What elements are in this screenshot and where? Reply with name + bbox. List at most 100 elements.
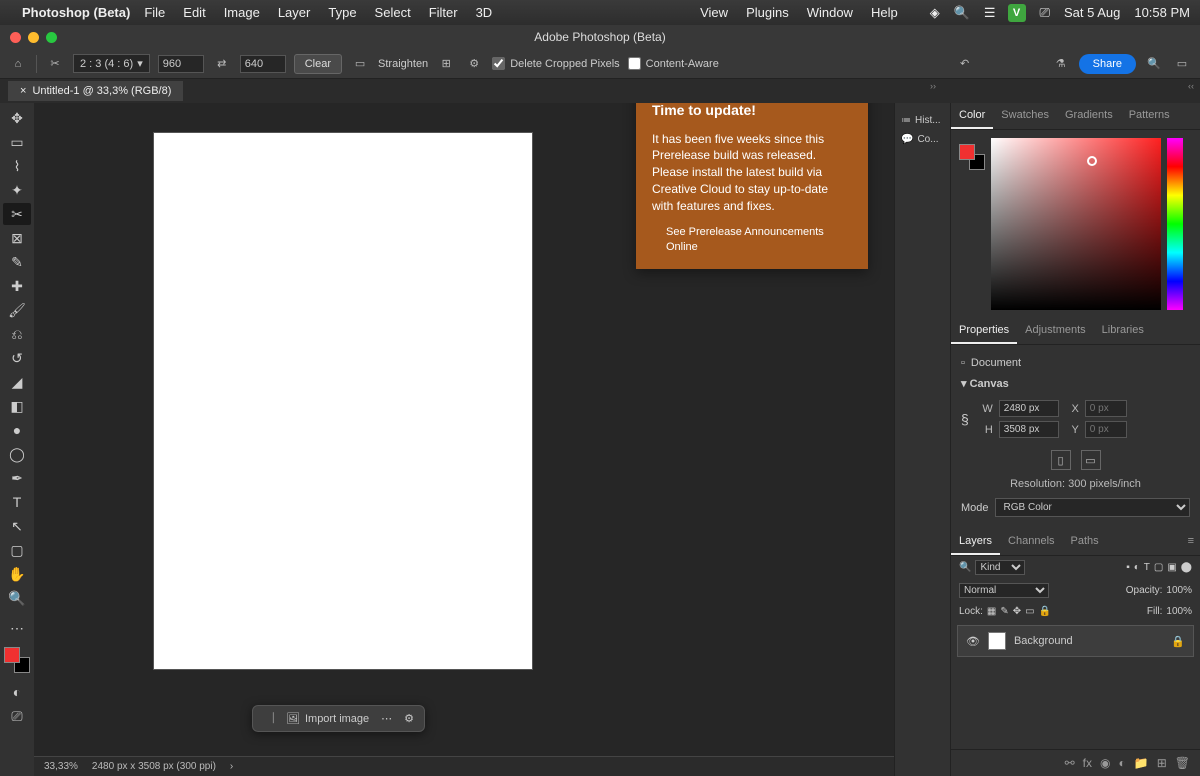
eyedropper-tool-icon[interactable]: ✎ xyxy=(3,251,31,273)
edit-toolbar-icon[interactable]: ⋯ xyxy=(3,617,31,639)
menu-window[interactable]: Window xyxy=(807,5,853,20)
menu-edit[interactable]: Edit xyxy=(183,5,205,20)
menu-3d[interactable]: 3D xyxy=(476,5,493,20)
group-icon[interactable]: 📁 xyxy=(1134,756,1149,770)
delete-cropped-checkbox[interactable]: Delete Cropped Pixels xyxy=(492,57,619,70)
wand-tool-icon[interactable]: ✦ xyxy=(3,179,31,201)
menu-select[interactable]: Select xyxy=(375,5,411,20)
panel-collapse-left-icon[interactable]: ›› xyxy=(930,81,936,91)
import-image-button[interactable]: 🖼 Import image xyxy=(286,712,369,725)
beaker-icon[interactable]: ⚗ xyxy=(1051,54,1071,74)
marquee-tool-icon[interactable]: ▭ xyxy=(3,131,31,153)
menu-view[interactable]: View xyxy=(700,5,728,20)
orientation-portrait-icon[interactable]: ▯ xyxy=(1051,450,1071,470)
control-center-icon[interactable]: ☰ xyxy=(984,5,996,21)
workspace-icon[interactable]: ▭ xyxy=(1172,54,1192,74)
panel-collapse-right-icon[interactable]: ‹‹ xyxy=(1188,81,1194,91)
gear-icon[interactable]: ⚙ xyxy=(464,54,484,74)
crop-width-input[interactable] xyxy=(158,55,204,73)
canvas-x-input[interactable] xyxy=(1085,400,1127,417)
hue-slider[interactable] xyxy=(1167,138,1183,310)
crop-height-input[interactable] xyxy=(240,55,286,73)
undo-icon[interactable]: ↶ xyxy=(955,54,975,74)
search-icon[interactable]: 🔍 xyxy=(954,5,970,21)
filter-adjust-icon[interactable]: ◐ xyxy=(1134,562,1140,573)
v-badge-icon[interactable]: V xyxy=(1008,4,1026,22)
lock-artboard-icon[interactable]: ▭ xyxy=(1025,606,1034,617)
layer-background[interactable]: 👁 Background 🔒 xyxy=(957,625,1194,657)
zoom-icon[interactable] xyxy=(46,32,57,43)
menubar-date[interactable]: Sat 5 Aug xyxy=(1064,5,1120,20)
mask-icon[interactable]: ◉ xyxy=(1100,756,1110,770)
status-zoom[interactable]: 33,33% xyxy=(44,761,78,772)
filter-smart-icon[interactable]: ▣ xyxy=(1167,562,1176,573)
heal-tool-icon[interactable]: ✚ xyxy=(3,275,31,297)
link-icon[interactable]: § xyxy=(961,411,969,427)
history-brush-tool-icon[interactable]: ↺ xyxy=(3,347,31,369)
fill-value[interactable]: 100% xyxy=(1166,606,1192,617)
chevron-down-icon[interactable]: ▾ xyxy=(961,378,967,390)
eraser-tool-icon[interactable]: ◢ xyxy=(3,371,31,393)
straighten-label[interactable]: Straighten xyxy=(378,58,428,70)
dock-icon[interactable]: ⎚ xyxy=(1040,5,1050,21)
layer-thumbnail[interactable] xyxy=(988,632,1006,650)
panel-swatch-pair[interactable] xyxy=(959,144,985,170)
menu-help[interactable]: Help xyxy=(871,5,898,20)
canvas-y-input[interactable] xyxy=(1085,421,1127,438)
clear-button[interactable]: Clear xyxy=(294,54,342,74)
adjustment-icon[interactable]: ◐ xyxy=(1119,756,1126,770)
filter-type-icon[interactable]: T xyxy=(1144,562,1150,573)
tab-properties[interactable]: Properties xyxy=(951,318,1017,344)
menu-filter[interactable]: Filter xyxy=(429,5,458,20)
stamp-tool-icon[interactable]: ⎌ xyxy=(3,323,31,345)
dodge-tool-icon[interactable]: ◯ xyxy=(3,443,31,465)
orientation-landscape-icon[interactable]: ▭ xyxy=(1081,450,1101,470)
home-icon[interactable]: ⌂ xyxy=(8,54,28,74)
history-panel-collapsed[interactable]: ≔Hist... xyxy=(895,111,950,130)
panel-menu-icon[interactable]: ≡ xyxy=(1182,529,1200,555)
crop-tool-icon[interactable]: ✂ xyxy=(45,54,65,74)
lock-all-icon[interactable]: 🔒 xyxy=(1039,606,1051,617)
blur-tool-icon[interactable]: ● xyxy=(3,419,31,441)
type-tool-icon[interactable]: T xyxy=(3,491,31,513)
minimize-icon[interactable] xyxy=(28,32,39,43)
filter-search-icon[interactable]: 🔍 xyxy=(959,562,971,573)
artboard[interactable] xyxy=(154,133,532,669)
more-icon[interactable]: ⋯ xyxy=(381,712,392,725)
close-icon[interactable] xyxy=(10,32,21,43)
brush-tool-icon[interactable]: 🖌 xyxy=(3,299,31,321)
menubar-time[interactable]: 10:58 PM xyxy=(1134,5,1190,20)
lock-icon[interactable]: 🔒 xyxy=(1171,635,1185,648)
tab-channels[interactable]: Channels xyxy=(1000,529,1062,555)
notice-link[interactable]: See Prerelease Announcements Online xyxy=(652,225,852,256)
search-app-icon[interactable]: 🔍 xyxy=(1144,54,1164,74)
ratio-select[interactable]: 2 : 3 (4 : 6) ▾ xyxy=(73,54,150,73)
filter-pixel-icon[interactable]: ▪ xyxy=(1126,562,1130,573)
frame-tool-icon[interactable]: ⊠ xyxy=(3,227,31,249)
tab-paths[interactable]: Paths xyxy=(1063,529,1107,555)
screenmode-icon[interactable]: ⎚ xyxy=(3,705,31,727)
tab-patterns[interactable]: Patterns xyxy=(1121,103,1178,129)
gradient-tool-icon[interactable]: ◧ xyxy=(3,395,31,417)
menu-layer[interactable]: Layer xyxy=(278,5,311,20)
grid-icon[interactable]: ⊞ xyxy=(436,54,456,74)
lasso-tool-icon[interactable]: ⌇ xyxy=(3,155,31,177)
comments-panel-collapsed[interactable]: 💬Co... xyxy=(895,130,950,149)
shape-tool-icon[interactable]: ▢ xyxy=(3,539,31,561)
swap-icon[interactable]: ⇄ xyxy=(212,54,232,74)
straighten-icon[interactable]: ▭ xyxy=(350,54,370,74)
menu-image[interactable]: Image xyxy=(224,5,260,20)
zoom-tool-icon[interactable]: 🔍 xyxy=(3,587,31,609)
pen-tool-icon[interactable]: ✒ xyxy=(3,467,31,489)
mode-select[interactable]: RGB Color xyxy=(995,498,1190,517)
lock-transparency-icon[interactable]: ▦ xyxy=(987,606,996,617)
telegram-icon[interactable]: ◈ xyxy=(930,5,940,21)
tab-libraries[interactable]: Libraries xyxy=(1094,318,1152,344)
trash-icon[interactable]: 🗑 xyxy=(1175,756,1190,770)
tab-color[interactable]: Color xyxy=(951,103,993,129)
status-dims[interactable]: 2480 px x 3508 px (300 ppi) xyxy=(92,761,216,772)
menu-plugins[interactable]: Plugins xyxy=(746,5,789,20)
menu-type[interactable]: Type xyxy=(328,5,356,20)
canvas-area[interactable]: ⎹ 🖼 Import image ⋯ ⚙ Time to update! It … xyxy=(34,103,894,776)
quickmask-icon[interactable]: ◐ xyxy=(3,681,31,703)
